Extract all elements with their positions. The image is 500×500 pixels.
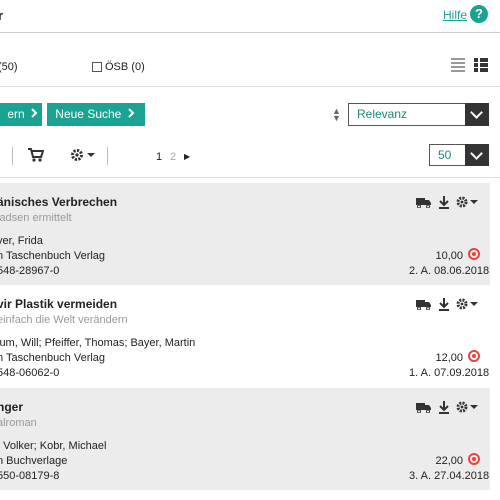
result-subtitle: alroman bbox=[0, 417, 37, 429]
page-title: r bbox=[0, 8, 4, 23]
toolbar-divider bbox=[107, 147, 108, 165]
result-price: 22,00 bbox=[435, 455, 463, 467]
result-edition: 3. A. 27.04.2018 bbox=[409, 470, 490, 482]
result-edition: 2. A. 08.06.2018 bbox=[409, 265, 490, 277]
weiter-label: ern bbox=[7, 107, 25, 121]
download-icon[interactable] bbox=[438, 196, 450, 212]
page-1-link[interactable]: 1 bbox=[156, 151, 162, 163]
osb-checkbox[interactable] bbox=[92, 62, 102, 72]
result-title[interactable]: änisches Verbrechen bbox=[0, 195, 117, 209]
result-actions bbox=[416, 196, 486, 210]
result-actions bbox=[416, 401, 486, 415]
result-authors: , Volker; Kobr, Michael bbox=[0, 440, 107, 452]
result-publisher: n Buchverlage bbox=[0, 455, 68, 467]
gear-icon[interactable] bbox=[456, 298, 482, 314]
download-icon[interactable] bbox=[438, 401, 450, 417]
gear-icon[interactable] bbox=[456, 401, 482, 417]
result-isbn: 550-08179-8 bbox=[0, 470, 60, 482]
filter-count[interactable]: (50) bbox=[0, 61, 18, 73]
download-icon[interactable] bbox=[438, 298, 450, 314]
neue-suche-button[interactable]: Neue Suche bbox=[47, 103, 145, 126]
delivery-truck-icon[interactable] bbox=[416, 298, 432, 313]
result-edition: 1. A. 07.09.2018 bbox=[409, 367, 490, 379]
result-price: 10,00 bbox=[435, 250, 463, 262]
toolbar-divider bbox=[12, 147, 13, 165]
weiter-button[interactable]: ern bbox=[0, 103, 42, 126]
page-2-link[interactable]: 2 bbox=[170, 151, 176, 163]
result-title[interactable]: vir Plastik vermeiden bbox=[0, 297, 117, 311]
per-page-dropdown-button[interactable] bbox=[465, 144, 489, 166]
target-icon bbox=[468, 248, 480, 260]
result-publisher: n Taschenbuch Verlag bbox=[0, 250, 106, 262]
result-subtitle: ladsen ermittelt bbox=[0, 212, 72, 224]
sort-select[interactable]: Relevanz bbox=[348, 103, 472, 126]
next-page-icon[interactable]: ▶ bbox=[184, 152, 190, 161]
sort-direction-icon[interactable]: ▲ ▼ bbox=[332, 107, 341, 123]
grid-view-icon[interactable] bbox=[474, 58, 488, 72]
help-icon[interactable]: ? bbox=[470, 5, 488, 23]
target-icon bbox=[468, 350, 480, 362]
target-icon bbox=[468, 453, 480, 465]
neue-suche-label: Neue Suche bbox=[55, 107, 122, 121]
gear-icon[interactable] bbox=[456, 196, 482, 212]
chevron-down-icon bbox=[470, 147, 483, 160]
result-isbn: 548-28967-0 bbox=[0, 265, 60, 277]
top-bar bbox=[0, 0, 500, 33]
filter-row bbox=[0, 32, 500, 87]
result-authors: ver, Frida bbox=[0, 235, 43, 247]
delivery-truck-icon[interactable] bbox=[416, 401, 432, 416]
osb-filter[interactable]: ÖSB (0) bbox=[92, 61, 145, 73]
result-authors: lum, Will; Pfeiffer, Thomas; Bayer, Mart… bbox=[0, 337, 196, 349]
delivery-truck-icon[interactable] bbox=[416, 196, 432, 211]
result-isbn: 548-06062-0 bbox=[0, 367, 60, 379]
sort-dropdown-button[interactable] bbox=[465, 103, 489, 126]
gear-menu-icon[interactable] bbox=[70, 148, 98, 162]
help-link[interactable]: Hilfe bbox=[443, 8, 467, 22]
result-actions bbox=[416, 298, 486, 312]
list-view-icon[interactable] bbox=[451, 58, 465, 72]
result-subtitle: einfach die Welt verändern bbox=[0, 314, 128, 326]
chevron-right-icon bbox=[28, 107, 42, 121]
result-title[interactable]: nger bbox=[0, 400, 23, 414]
osb-label: ÖSB (0) bbox=[105, 61, 145, 73]
result-price: 12,00 bbox=[435, 352, 463, 364]
result-publisher: n Taschenbuch Verlag bbox=[0, 352, 106, 364]
chevron-down-icon bbox=[470, 106, 483, 119]
chevron-right-icon bbox=[125, 107, 137, 121]
cart-icon[interactable] bbox=[28, 147, 45, 163]
